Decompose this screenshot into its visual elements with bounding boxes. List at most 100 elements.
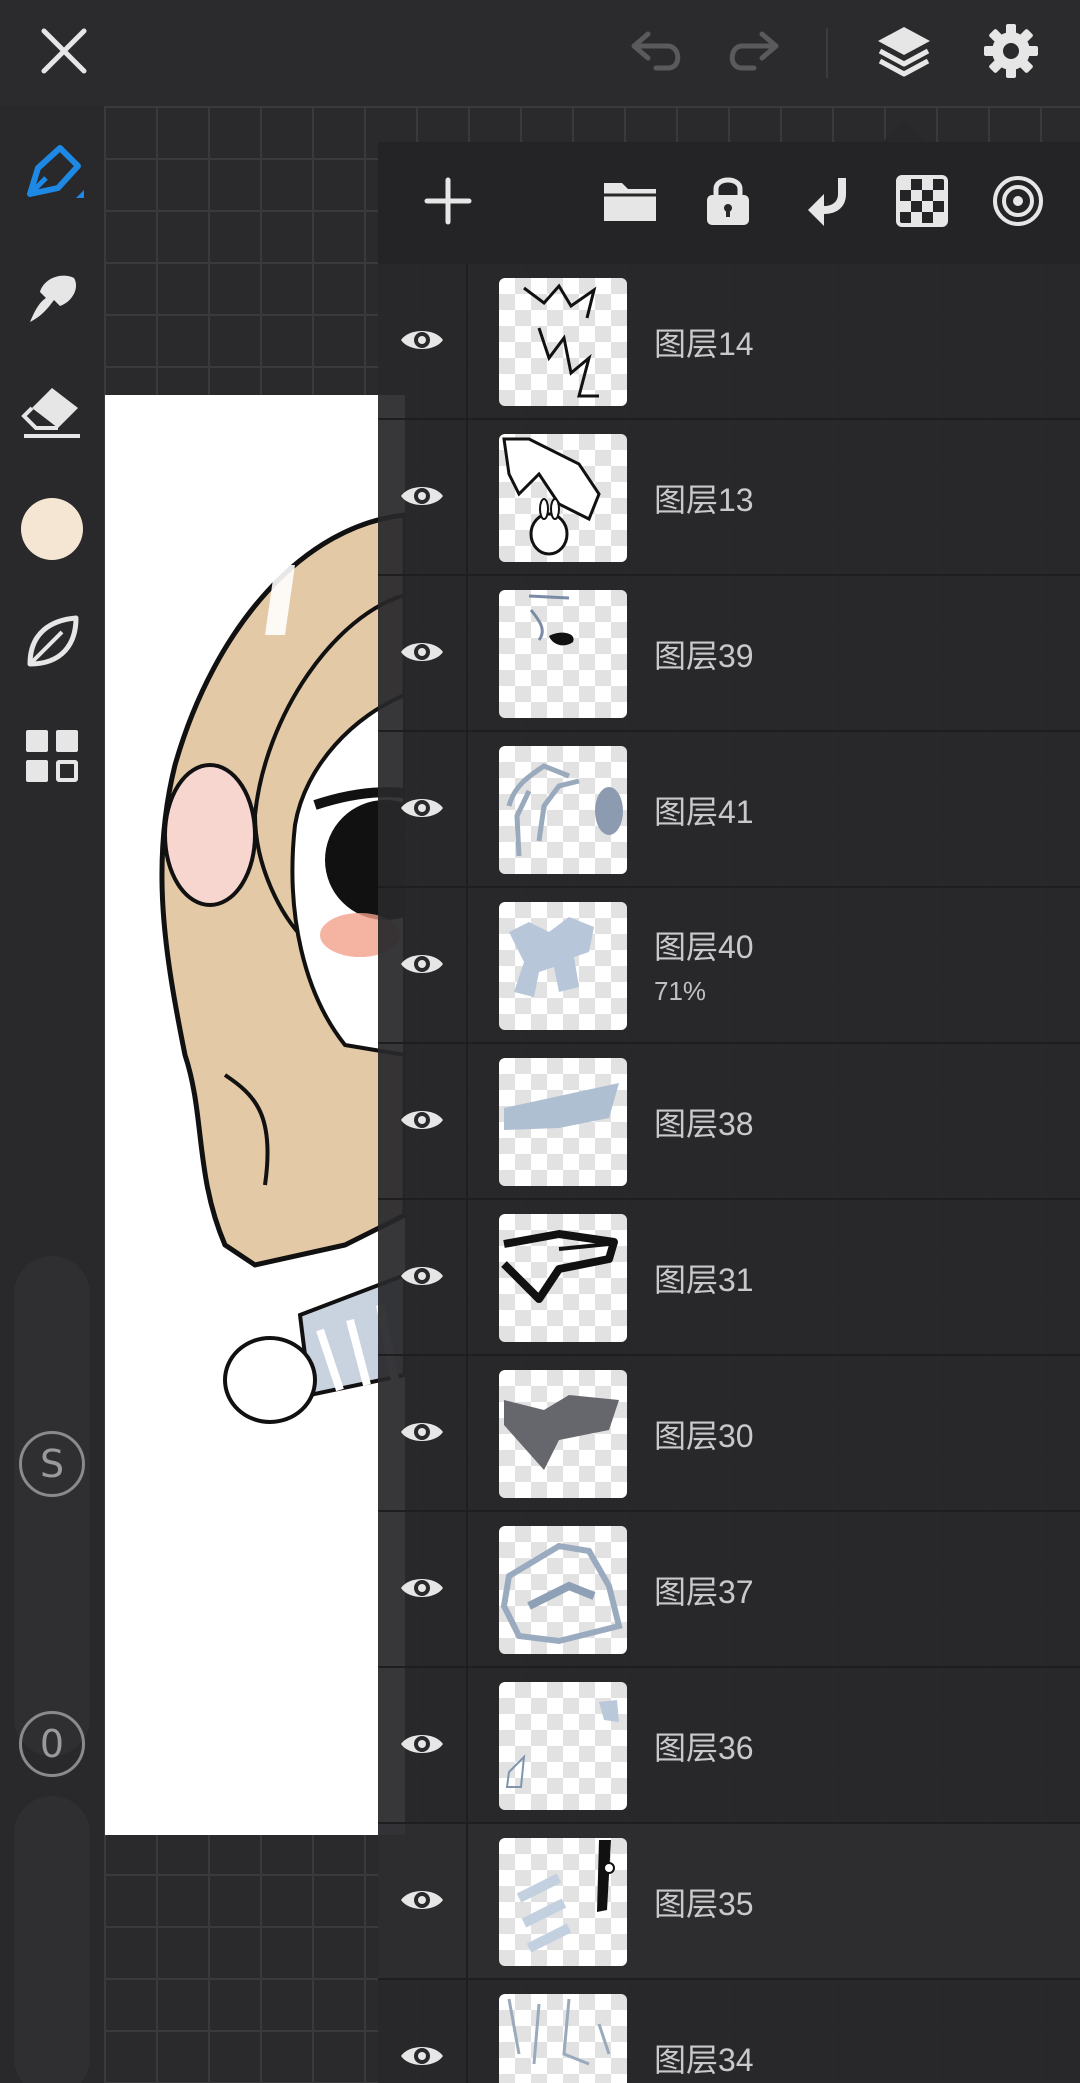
visibility-toggle[interactable] [378, 1980, 468, 2083]
eye-icon [399, 2040, 445, 2077]
leaf-tool-button[interactable] [0, 596, 104, 692]
layer-row[interactable]: 图层13 [378, 420, 1080, 576]
layers-panel: 图层14 图层13 图层39 图层41 图层40 71% 图层38 图层31 图层30 图层37 图… [378, 142, 1080, 2083]
layer-name: 图层41 [654, 794, 754, 830]
redo-icon [722, 26, 782, 81]
visibility-toggle[interactable] [378, 888, 468, 1044]
layer-name: 图层35 [654, 1886, 754, 1922]
eye-icon [399, 480, 445, 517]
opacity-slider[interactable] [14, 1796, 90, 2083]
settings-button[interactable] [968, 0, 1054, 106]
layer-row[interactable]: 图层41 [378, 732, 1080, 888]
gear-icon [982, 22, 1040, 85]
layer-row[interactable]: 图层30 [378, 1356, 1080, 1512]
target-icon [991, 174, 1045, 233]
color-picker-button[interactable] [0, 481, 104, 577]
eye-icon [399, 1728, 445, 1765]
layer-row[interactable]: 图层37 [378, 1512, 1080, 1668]
layers-panel-toolbar [378, 142, 1080, 264]
layer-name: 图层31 [654, 1262, 754, 1298]
artwork-illustration [159, 512, 405, 1424]
smudge-tool-button[interactable] [0, 252, 104, 348]
layer-thumbnail[interactable] [499, 1682, 627, 1810]
add-layer-button[interactable] [398, 142, 498, 264]
undo-button[interactable] [620, 0, 696, 106]
undo-icon [628, 26, 688, 81]
eye-icon [399, 1572, 445, 1609]
visibility-toggle[interactable] [378, 264, 468, 420]
eraser-icon [20, 384, 84, 445]
lock-layer-button[interactable] [678, 142, 778, 264]
brush-size-knob[interactable]: S [19, 1431, 85, 1497]
layer-name: 图层30 [654, 1418, 754, 1454]
layer-thumbnail[interactable] [499, 1838, 627, 1966]
pen-icon [20, 142, 84, 211]
toolbar-divider [826, 28, 828, 78]
opacity-knob[interactable]: 0 [19, 1711, 85, 1777]
layer-name: 图层13 [654, 482, 754, 518]
leaf-icon [22, 612, 82, 677]
visibility-toggle[interactable] [378, 1044, 468, 1200]
layer-thumbnail[interactable] [499, 1214, 627, 1342]
layer-row[interactable]: 图层14 [378, 264, 1080, 420]
grid-menu-button[interactable] [0, 710, 104, 806]
layer-row[interactable]: 图层31 [378, 1200, 1080, 1356]
eraser-tool-button[interactable] [0, 366, 104, 462]
grid-icon [24, 728, 80, 789]
close-button[interactable] [22, 0, 106, 106]
reference-layer-button[interactable] [968, 142, 1068, 264]
eye-icon [399, 1416, 445, 1453]
layer-name: 图层36 [654, 1730, 754, 1766]
layers-icon [874, 23, 934, 84]
layer-row[interactable]: 图层38 [378, 1044, 1080, 1200]
transparency-lock-button[interactable] [872, 142, 972, 264]
layer-thumbnail[interactable] [499, 590, 627, 718]
layer-row[interactable]: 图层35 [378, 1824, 1080, 1980]
size-label: S [39, 1442, 65, 1486]
brush-size-slider[interactable] [14, 1256, 90, 1756]
layer-thumbnail[interactable] [499, 1058, 627, 1186]
smudge-icon [22, 268, 82, 333]
visibility-toggle[interactable] [378, 1668, 468, 1824]
group-folder-button[interactable] [580, 142, 680, 264]
opacity-label: 0 [39, 1722, 65, 1766]
layer-thumbnail[interactable] [499, 434, 627, 562]
layer-name: 图层38 [654, 1106, 754, 1142]
layer-name: 图层37 [654, 1574, 754, 1610]
layer-list: 图层14 图层13 图层39 图层41 图层40 71% 图层38 图层31 图层30 图层37 图… [378, 264, 1080, 2083]
eye-icon [399, 1884, 445, 1921]
layer-opacity: 71% [654, 976, 707, 1006]
layer-thumbnail[interactable] [499, 902, 627, 1030]
lock-icon [703, 175, 753, 232]
layer-thumbnail[interactable] [499, 1370, 627, 1498]
eye-icon [399, 792, 445, 829]
layer-row[interactable]: 图层34 [378, 1980, 1080, 2083]
layer-thumbnail[interactable] [499, 278, 627, 406]
layer-row[interactable]: 图层36 [378, 1668, 1080, 1824]
layer-name: 图层14 [654, 326, 754, 362]
layer-row[interactable]: 图层40 71% [378, 888, 1080, 1044]
panel-pointer [882, 120, 926, 142]
layer-row[interactable]: 图层39 [378, 576, 1080, 732]
layer-name: 图层39 [654, 638, 754, 674]
layer-thumbnail[interactable] [499, 746, 627, 874]
visibility-toggle[interactable] [378, 732, 468, 888]
folder-icon [602, 177, 658, 230]
visibility-toggle[interactable] [378, 420, 468, 576]
eye-icon [399, 324, 445, 361]
visibility-toggle[interactable] [378, 1512, 468, 1668]
eye-icon [399, 948, 445, 985]
merge-down-button[interactable] [774, 142, 874, 264]
merge-down-icon [800, 174, 848, 233]
layer-thumbnail[interactable] [499, 1526, 627, 1654]
artwork-canvas[interactable] [105, 395, 405, 1835]
layer-thumbnail[interactable] [499, 1994, 627, 2083]
visibility-toggle[interactable] [378, 576, 468, 732]
visibility-toggle[interactable] [378, 1200, 468, 1356]
redo-button[interactable] [714, 0, 790, 106]
layers-button[interactable] [862, 0, 946, 106]
pen-tool-button[interactable] [0, 128, 104, 224]
layer-name: 图层40 [654, 929, 754, 965]
visibility-toggle[interactable] [378, 1356, 468, 1512]
visibility-toggle[interactable] [378, 1824, 468, 1980]
